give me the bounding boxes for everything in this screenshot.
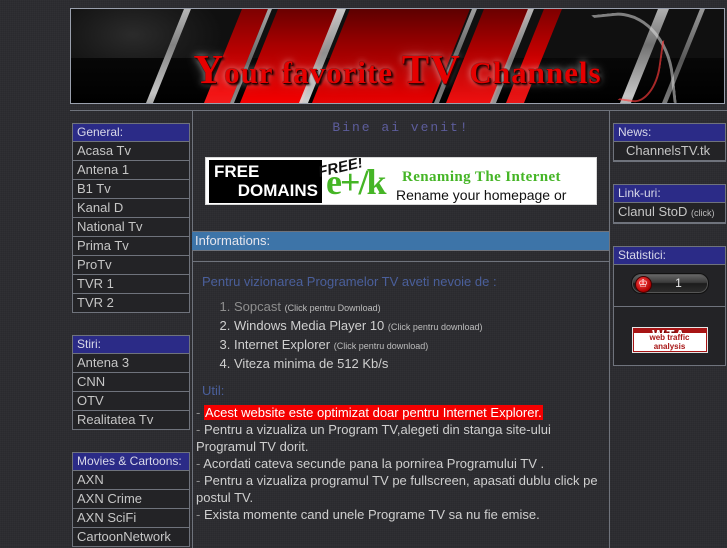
site-title-tail: Channels — [460, 55, 602, 90]
sidebar-section-links: Link-uri: Clanul StoD (click) — [613, 184, 726, 224]
requirement-item-speed: Viteza minima de 512 Kb/s — [234, 356, 609, 371]
left-sidebar-gap-1 — [70, 313, 192, 335]
util-note-2: Pentru a vizualiza un Program TV,alegeti… — [196, 422, 551, 454]
sidebar-item-kanal-d[interactable]: Kanal D — [73, 199, 189, 218]
banner-ad-free-line2: DOMAINS — [237, 181, 318, 200]
util-note-5-row: - Exista momente cand unele Programe TV … — [196, 506, 609, 523]
requirement-item-ie[interactable]: Internet Explorer (Click pentru download… — [234, 337, 609, 354]
requirement-note-sopcast: (Click pentru Download) — [284, 303, 381, 313]
site-title-rest: our favorite — [224, 55, 402, 90]
util-note-5: Exista momente cand unele Programe TV sa… — [203, 507, 540, 522]
util-note-dash-2: - — [196, 422, 201, 437]
left-sidebar-top-gap — [70, 111, 192, 123]
sidebar-header-stiri: Stiri: — [73, 336, 189, 354]
sidebar-header-news: News: — [614, 124, 725, 142]
sidebar-section-statistici: Statistici: ♔ 1 WTA web traffic analysis — [613, 246, 726, 366]
sidebar-item-cnn[interactable]: CNN — [73, 373, 189, 392]
requirement-item-sopcast[interactable]: Sopcast (Click pentru Download) — [234, 299, 609, 316]
util-note-dash-4: - — [196, 473, 201, 488]
requirement-name-ie: Internet Explorer — [234, 337, 331, 352]
informations-spacer — [192, 251, 609, 262]
util-note-highlighted-row: - Acest website este optimizat doar pent… — [196, 404, 609, 421]
right-sidebar: News: ChannelsTV.tk Link-uri: Clanul Sto… — [610, 111, 727, 366]
sidebar-item-realitatea-tv[interactable]: Realitatea Tv — [73, 411, 189, 429]
util-note-4: Pentru a vizualiza programul TV pe fulls… — [196, 473, 598, 505]
sidebar-item-prima-tv[interactable]: Prima Tv — [73, 237, 189, 256]
wta-logo-subtitle: web traffic analysis — [633, 333, 706, 351]
site-header-banner: Your favorite TV Channels — [70, 8, 725, 104]
visitor-counter-widget[interactable]: ♔ 1 — [630, 273, 709, 294]
sidebar-section-news: News: ChannelsTV.tk — [613, 123, 726, 162]
util-note-highlighted: Acest website este optimizat doar pentru… — [203, 405, 543, 420]
right-sidebar-top-gap — [610, 111, 727, 123]
sidebar-section-general: General: Acasa Tv Antena 1 B1 Tv Kanal D… — [72, 123, 190, 313]
sidebar-item-axn-scifi[interactable]: AXN SciFi — [73, 509, 189, 528]
requirement-note-ie: (Click pentru download) — [333, 341, 429, 351]
informations-header: Informations: — [192, 231, 609, 251]
requirement-note-wmp10: (Click pentru download) — [387, 322, 483, 332]
banner-ad-free-line1: FREE — [214, 162, 260, 181]
util-note-dash-3: - — [196, 456, 201, 471]
sidebar-item-axn[interactable]: AXN — [73, 471, 189, 490]
sidebar-item-protv[interactable]: ProTv — [73, 256, 189, 275]
sidebar-item-acasa-tv[interactable]: Acasa Tv — [73, 142, 189, 161]
sidebar-item-antena-1[interactable]: Antena 1 — [73, 161, 189, 180]
banner-ad-black-block: FREE DOMAINS — [209, 160, 322, 203]
requirement-item-wmp10[interactable]: Windows Media Player 10 (Click pentru do… — [234, 318, 609, 335]
link-item-clanul-stod[interactable]: Clanul StoD (click) — [614, 203, 725, 223]
site-title-tv: TV — [401, 46, 461, 92]
util-header: Util: — [202, 383, 225, 398]
left-sidebar: General: Acasa Tv Antena 1 B1 Tv Kanal D… — [70, 111, 192, 547]
sidebar-item-tvr-2[interactable]: TVR 2 — [73, 294, 189, 312]
util-note-2-row: - Pentru a vizualiza un Program TV,alege… — [196, 421, 609, 455]
sidebar-header-general: General: — [73, 124, 189, 142]
util-note-dash-1: - — [196, 405, 201, 420]
visitor-counter-value: 1 — [675, 276, 682, 290]
sidebar-section-stiri: Stiri: Antena 3 CNN OTV Realitatea Tv — [72, 335, 190, 430]
main-content: Bine ai venit! FREE DOMAINS FREE! e+/k R… — [192, 111, 610, 523]
util-note-dash-5: - — [196, 507, 201, 522]
site-title: Your favorite TV Channels — [71, 45, 724, 93]
left-sidebar-gap-2 — [70, 430, 192, 452]
page-wrapper: Your favorite TV Channels General: Acasa… — [70, 8, 727, 548]
banner-ad-wrapper: FREE DOMAINS FREE! e+/k Renaming The Int… — [205, 157, 610, 205]
util-note-3: Acordati cateva secunde pana la pornirea… — [203, 456, 545, 471]
banner-ad-tagline-black: Rename your homepage or blog — [396, 187, 567, 204]
sidebar-item-cartoonnetwork[interactable]: CartoonNetwork — [73, 528, 189, 546]
link-item-label: Clanul StoD — [618, 204, 688, 219]
right-sidebar-gap-1 — [610, 162, 727, 184]
banner-ad-free-domains[interactable]: FREE DOMAINS FREE! e+/k Renaming The Int… — [205, 157, 597, 205]
sidebar-item-axn-crime[interactable]: AXN Crime — [73, 490, 189, 509]
util-note-4-row: - Pentru a vizualiza programul TV pe ful… — [196, 472, 609, 506]
stats-counter-area: ♔ 1 — [614, 265, 725, 307]
wta-logo-badge[interactable]: WTA web traffic analysis — [631, 327, 708, 353]
requirement-name-speed: Viteza minima de 512 Kb/s — [234, 356, 389, 371]
sidebar-item-otv[interactable]: OTV — [73, 392, 189, 411]
walking-person-icon: ♔ — [634, 276, 652, 293]
sidebar-item-tvr-1[interactable]: TVR 1 — [73, 275, 189, 294]
sidebar-header-movies-cartoons: Movies & Cartoons: — [73, 453, 189, 471]
informations-lead-text: Pentru vizionarea Programelor TV aveti n… — [202, 274, 497, 289]
banner-ad-tagline-green: Renaming The Internet — [402, 169, 561, 185]
sidebar-header-statistici: Statistici: — [614, 247, 725, 265]
sidebar-item-national-tv[interactable]: National Tv — [73, 218, 189, 237]
news-item-channelstv[interactable]: ChannelsTV.tk — [614, 142, 725, 161]
util-notes: - Acest website este optimizat doar pent… — [192, 398, 609, 523]
sidebar-section-movies-cartoons: Movies & Cartoons: AXN AXN Crime AXN Sci… — [72, 452, 190, 547]
stats-wta-area: WTA web traffic analysis — [614, 307, 725, 365]
requirements-list: Sopcast (Click pentru Download) Windows … — [192, 299, 609, 371]
requirement-name-wmp10: Windows Media Player 10 — [234, 318, 385, 333]
sidebar-header-links: Link-uri: — [614, 185, 725, 203]
informations-body: Pentru vizionarea Programelor TV aveti n… — [192, 262, 609, 523]
welcome-message: Bine ai venit! — [332, 120, 470, 135]
requirement-name-sopcast: Sopcast — [234, 299, 281, 314]
sidebar-item-antena-3[interactable]: Antena 3 — [73, 354, 189, 373]
util-note-3-row: - Acordati cateva secunde pana la pornir… — [196, 455, 609, 472]
site-title-initial: Y — [193, 46, 225, 92]
link-item-note: (click) — [691, 208, 715, 218]
banner-ad-logo-icon: e+/k — [326, 162, 386, 202]
sidebar-item-b1-tv[interactable]: B1 Tv — [73, 180, 189, 199]
right-sidebar-gap-2 — [610, 224, 727, 246]
